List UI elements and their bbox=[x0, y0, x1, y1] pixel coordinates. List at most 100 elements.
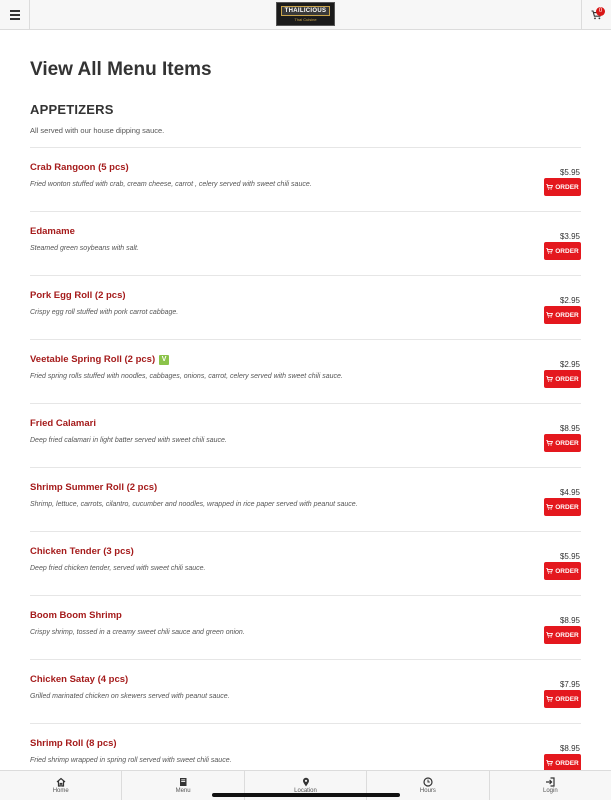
menu-item-name[interactable]: Boom Boom Shrimp bbox=[30, 610, 122, 621]
menu-item-name-text: Chicken Tender (3 pcs) bbox=[30, 546, 134, 557]
cart-plus-icon bbox=[546, 248, 554, 254]
menu-item-price: $2.95 bbox=[559, 360, 580, 369]
top-bar: THAILICIOUS Thai Cuisine 0 bbox=[0, 0, 611, 30]
order-button-label: ORDER bbox=[555, 183, 579, 191]
menu-item-price: $7.95 bbox=[559, 680, 580, 689]
cart-plus-icon bbox=[546, 760, 554, 766]
order-button[interactable]: ORDER bbox=[544, 562, 581, 580]
page-title: View All Menu Items bbox=[30, 59, 212, 80]
menu-item-price: $8.95 bbox=[559, 616, 580, 625]
menu-book-icon bbox=[178, 777, 188, 787]
order-button[interactable]: ORDER bbox=[544, 434, 581, 452]
menu-item[interactable]: Shrimp Summer Roll (2 pcs) Shrimp, lettu… bbox=[30, 467, 581, 531]
order-button[interactable]: ORDER bbox=[544, 498, 581, 516]
section-title: APPETIZERS bbox=[30, 102, 114, 117]
login-icon bbox=[545, 777, 555, 787]
menu-item-name-text: Shrimp Summer Roll (2 pcs) bbox=[30, 482, 158, 493]
menu-item[interactable]: Boom Boom Shrimp Crispy shrimp, tossed i… bbox=[30, 595, 581, 659]
vegetarian-badge: V bbox=[159, 354, 170, 365]
order-button-label: ORDER bbox=[555, 631, 579, 639]
order-button-label: ORDER bbox=[555, 503, 579, 511]
order-button-label: ORDER bbox=[555, 311, 579, 319]
menu-item-name[interactable]: Veetable Spring Roll (2 pcs) V bbox=[30, 354, 170, 365]
menu-item-description: Steamed green soybeans with salt. bbox=[30, 245, 139, 252]
menu-item-description: Grilled marinated chicken on skewers ser… bbox=[30, 693, 230, 700]
menu-item[interactable]: Edamame Steamed green soybeans with salt… bbox=[30, 211, 581, 275]
menu-item-price: $5.95 bbox=[559, 552, 580, 561]
menu-item-price: $8.95 bbox=[559, 424, 580, 433]
menu-item-name[interactable]: Chicken Satay (4 pcs) bbox=[30, 674, 128, 685]
menu-item[interactable]: Fried Calamari Deep fried calamari in li… bbox=[30, 403, 581, 467]
menu-item-price: $2.95 bbox=[559, 296, 580, 305]
menu-item-name[interactable]: Crab Rangoon (5 pcs) bbox=[30, 162, 129, 173]
menu-item-description: Deep fried calamari in light batter serv… bbox=[30, 437, 227, 444]
cart-plus-icon bbox=[546, 568, 554, 574]
menu-item-description: Fried wonton stuffed with crab, cream ch… bbox=[30, 181, 312, 188]
menu-item-list: Crab Rangoon (5 pcs) Fried wonton stuffe… bbox=[30, 147, 581, 787]
menu-item-name[interactable]: Shrimp Summer Roll (2 pcs) bbox=[30, 482, 157, 493]
order-button[interactable]: ORDER bbox=[544, 178, 581, 196]
order-button[interactable]: ORDER bbox=[544, 242, 581, 260]
menu-item-description: Crispy egg roll stuffed with pork carrot… bbox=[30, 309, 179, 316]
menu-item-name[interactable]: Fried Calamari bbox=[30, 418, 96, 429]
home-indicator bbox=[212, 793, 400, 797]
order-button[interactable]: ORDER bbox=[544, 306, 581, 324]
menu-item-name-text: Boom Boom Shrimp bbox=[30, 610, 122, 621]
nav-label: Hours bbox=[419, 788, 436, 794]
menu-item-description: Deep fried chicken tender, served with s… bbox=[30, 565, 206, 572]
order-button-label: ORDER bbox=[555, 759, 579, 767]
cart-plus-icon bbox=[546, 312, 554, 318]
menu-item-name[interactable]: Edamame bbox=[30, 226, 75, 237]
nav-home[interactable]: Home bbox=[0, 771, 123, 800]
cart-plus-icon bbox=[546, 696, 554, 702]
menu-item[interactable]: Veetable Spring Roll (2 pcs) V Fried spr… bbox=[30, 339, 581, 403]
menu-item-name-text: Pork Egg Roll (2 pcs) bbox=[30, 290, 126, 301]
menu-item-price: $5.95 bbox=[559, 168, 580, 177]
menu-item-name-text: Veetable Spring Roll (2 pcs) bbox=[30, 354, 156, 365]
location-pin-icon bbox=[301, 777, 311, 787]
menu-item[interactable]: Pork Egg Roll (2 pcs) Crispy egg roll st… bbox=[30, 275, 581, 339]
menu-item-description: Shrimp, lettuce, carrots, cilantro, cucu… bbox=[30, 501, 358, 508]
order-button[interactable]: ORDER bbox=[544, 370, 581, 388]
menu-item-name-text: Chicken Satay (4 pcs) bbox=[30, 674, 129, 685]
order-button-label: ORDER bbox=[555, 695, 579, 703]
menu-item-name[interactable]: Chicken Tender (3 pcs) bbox=[30, 546, 134, 557]
nav-login[interactable]: Login bbox=[490, 771, 611, 800]
menu-item-name-text: Shrimp Roll (8 pcs) bbox=[30, 738, 117, 749]
order-button-label: ORDER bbox=[555, 375, 579, 383]
menu-item-description: Crispy shrimp, tossed in a creamy sweet … bbox=[30, 629, 245, 636]
hamburger-menu-icon[interactable] bbox=[0, 0, 30, 29]
cart-count-badge: 0 bbox=[596, 7, 605, 16]
order-button-label: ORDER bbox=[555, 439, 579, 447]
menu-item-name-text: Fried Calamari bbox=[30, 418, 96, 429]
menu-item[interactable]: Chicken Satay (4 pcs) Grilled marinated … bbox=[30, 659, 581, 723]
menu-item-name[interactable]: Shrimp Roll (8 pcs) bbox=[30, 738, 117, 749]
menu-item-name[interactable]: Pork Egg Roll (2 pcs) bbox=[30, 290, 126, 301]
menu-item-description: Fried shrimp wrapped in spring roll serv… bbox=[30, 757, 232, 764]
cart-plus-icon bbox=[546, 184, 554, 190]
cart-plus-icon bbox=[546, 632, 554, 638]
order-button[interactable]: ORDER bbox=[544, 626, 581, 644]
nav-label: Menu bbox=[175, 788, 191, 794]
menu-item[interactable]: Crab Rangoon (5 pcs) Fried wonton stuffe… bbox=[30, 147, 581, 211]
menu-item[interactable]: Chicken Tender (3 pcs) Deep fried chicke… bbox=[30, 531, 581, 595]
cart-plus-icon bbox=[546, 440, 554, 446]
menu-item-price: $8.95 bbox=[559, 744, 580, 753]
order-button[interactable]: ORDER bbox=[544, 690, 581, 708]
menu-item-name-text: Crab Rangoon (5 pcs) bbox=[30, 162, 129, 173]
cart-plus-icon bbox=[546, 376, 554, 382]
clock-icon bbox=[423, 777, 433, 787]
menu-item-description: Fried spring rolls stuffed with noodles,… bbox=[30, 373, 343, 380]
restaurant-logo[interactable]: THAILICIOUS Thai Cuisine bbox=[276, 2, 335, 26]
menu-item-price: $3.95 bbox=[559, 232, 580, 241]
order-button-label: ORDER bbox=[555, 247, 579, 255]
menu-item-name-text: Edamame bbox=[30, 226, 75, 237]
order-button-label: ORDER bbox=[555, 567, 579, 575]
cart-button[interactable]: 0 bbox=[581, 0, 611, 29]
logo-title: THAILICIOUS bbox=[280, 5, 331, 16]
cart-plus-icon bbox=[546, 504, 554, 510]
logo-subtitle: Thai Cuisine bbox=[294, 16, 317, 22]
section-description: All served with our house dipping sauce. bbox=[30, 126, 165, 135]
menu-item-price: $4.95 bbox=[559, 488, 580, 497]
nav-label: Login bbox=[542, 788, 558, 794]
